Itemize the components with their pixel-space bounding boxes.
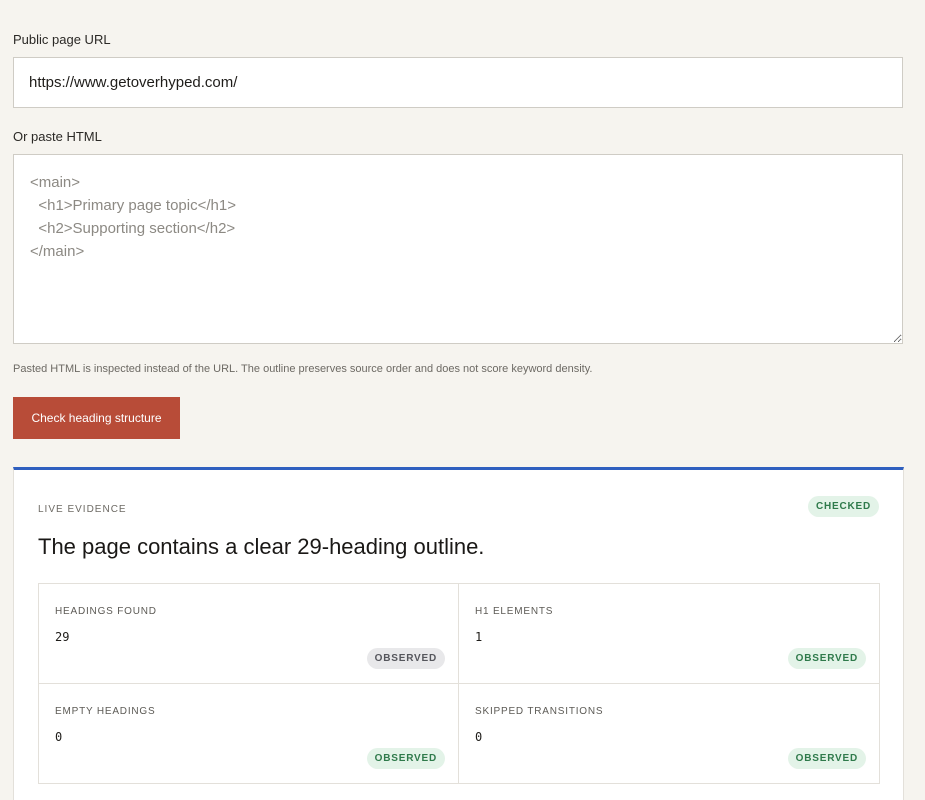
metric-label: SKIPPED TRANSITIONS — [475, 705, 604, 717]
panel-headline: The page contains a clear 29-heading out… — [38, 534, 485, 559]
url-field-label: Public page URL — [13, 32, 111, 47]
observed-badge: OBSERVED — [366, 648, 445, 669]
metric-card-empty-headings: EMPTY HEADINGS 0 OBSERVED — [39, 683, 459, 783]
metric-card-headings-found: HEADINGS FOUND 29 OBSERVED — [39, 584, 459, 684]
metric-label: EMPTY HEADINGS — [55, 705, 156, 717]
metric-card-skipped-transitions: SKIPPED TRANSITIONS 0 OBSERVED — [459, 684, 879, 784]
metrics-grid: HEADINGS FOUND 29 OBSERVED H1 ELEMENTS 1… — [38, 583, 880, 784]
metric-label: HEADINGS FOUND — [55, 606, 157, 617]
html-input[interactable] — [13, 154, 903, 344]
metric-value: 0 — [475, 729, 483, 744]
url-input[interactable] — [13, 57, 903, 108]
metric-value: 29 — [55, 630, 70, 644]
check-heading-structure-button[interactable]: Check heading structure — [13, 397, 180, 439]
observed-badge: OBSERVED — [787, 648, 866, 669]
checked-status-badge: CHECKED — [807, 496, 879, 517]
metric-card-h1-elements: H1 ELEMENTS 1 OBSERVED — [459, 584, 879, 684]
metric-label: H1 ELEMENTS — [475, 606, 554, 617]
metric-value: 0 — [55, 729, 63, 744]
panel-eyebrow: LIVE EVIDENCE — [38, 504, 127, 515]
live-evidence-panel: LIVE EVIDENCE CHECKED The page contains … — [13, 467, 904, 800]
observed-badge: OBSERVED — [787, 747, 866, 769]
observed-badge: OBSERVED — [366, 747, 445, 769]
html-field-label: Or paste HTML — [13, 129, 102, 144]
heading-checker-page: Public page URL Or paste HTML Pasted HTM… — [0, 0, 925, 800]
metric-value: 1 — [475, 630, 483, 644]
helper-text: Pasted HTML is inspected instead of the … — [13, 363, 593, 375]
